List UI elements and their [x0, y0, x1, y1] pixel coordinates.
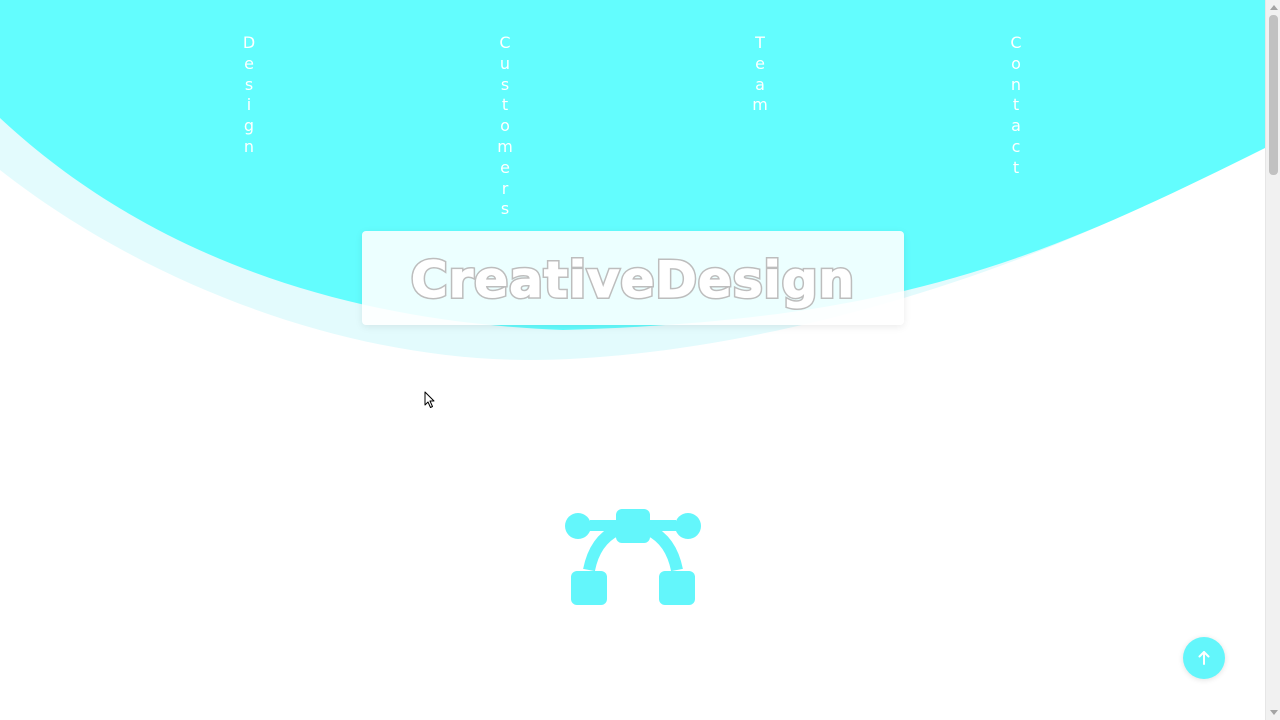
- hero-title-graphic: CreativeDesign CreativeDesign: [409, 249, 856, 311]
- nav-item-letter: t: [1012, 95, 1020, 115]
- nav-item-design[interactable]: DesignDesign: [234, 33, 264, 158]
- nav-item-letter: o: [500, 116, 510, 136]
- nav-item-letter: e: [500, 157, 510, 177]
- nav-item-letter: s: [500, 74, 510, 94]
- hero-title: CreativeDesign: [411, 251, 855, 309]
- nav-item-letter: t: [1012, 157, 1020, 177]
- page: DesignDesign CustomersCustomers TeamTeam…: [0, 0, 1265, 720]
- nav-item-letter: n: [243, 136, 255, 156]
- nav-item-letter: c: [1011, 136, 1021, 156]
- nav-item-letter: a: [1011, 116, 1021, 136]
- nav-item-letter: e: [244, 53, 254, 73]
- page-scrollbar[interactable]: [1265, 0, 1280, 720]
- scrollbar-thumb[interactable]: [1269, 15, 1278, 175]
- nav-item-letter: D: [242, 33, 256, 52]
- nav-item-letter: m: [497, 136, 513, 156]
- mouse-cursor-icon: [424, 391, 435, 408]
- nav-item-letter: u: [499, 53, 511, 73]
- nav-item-contact[interactable]: ContactContact: [1001, 33, 1031, 179]
- nav-item-letter: s: [244, 74, 254, 94]
- nav-item-letter: C: [1010, 33, 1022, 52]
- nav-item-letter: a: [755, 74, 765, 94]
- nav-item-letter: s: [500, 199, 510, 219]
- nav-item-letter: o: [1011, 53, 1021, 73]
- vector-path-icon: [565, 509, 701, 605]
- nav-item-customers[interactable]: CustomersCustomers: [490, 33, 520, 220]
- nav-item-letter: T: [755, 33, 765, 52]
- scroll-up-arrow-icon[interactable]: [1270, 5, 1278, 10]
- scroll-to-top-button[interactable]: [1183, 637, 1225, 679]
- arrow-up-icon: [1198, 651, 1210, 665]
- nav-item-letter: m: [752, 95, 768, 115]
- nav-item-letter: n: [1010, 74, 1022, 94]
- nav-item-letter: C: [499, 33, 511, 52]
- nav-item-letter: i: [246, 95, 252, 115]
- nav-item-letter: e: [755, 53, 765, 73]
- scroll-down-arrow-icon[interactable]: [1270, 710, 1278, 715]
- hero-title-card: CreativeDesign CreativeDesign: [362, 231, 904, 325]
- nav-item-letter: r: [501, 178, 509, 198]
- nav-item-team[interactable]: TeamTeam: [745, 33, 775, 116]
- nav-item-letter: g: [243, 116, 255, 136]
- nav-item-letter: t: [501, 95, 509, 115]
